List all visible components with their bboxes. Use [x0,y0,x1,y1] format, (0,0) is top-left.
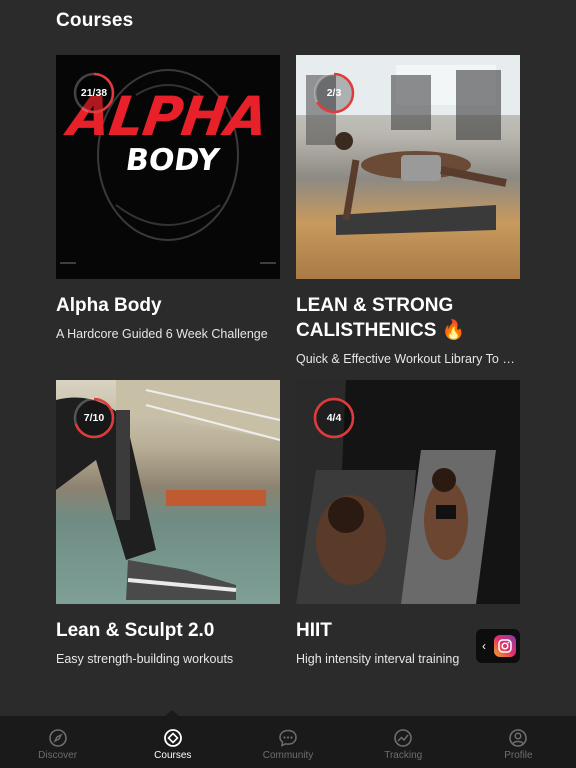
progress-label: 4/4 [326,412,342,424]
course-title[interactable]: LEAN & STRONG CALISTHENICS 🔥 [296,293,520,343]
chevron-left-icon[interactable]: ‹ [482,639,486,653]
course-card-lean-strong[interactable]: 2/3 LEAN & STRONG CALISTHENICS 🔥 Quick &… [296,55,520,367]
tab-label: Tracking [384,750,423,761]
tab-community[interactable]: Community [230,716,345,768]
course-card-hiit[interactable]: 4/4 HIIT High intensity interval trainin… [296,380,520,667]
compass-icon [48,729,67,747]
progress-label: 21/38 [80,87,108,99]
progress-label: 7/10 [83,412,105,424]
profile-icon [509,729,528,747]
course-subtitle: Easy strength-building workouts [56,652,234,666]
progress-ring: 21/38 [72,71,116,115]
course-thumbnail[interactable]: ALPHA BODY 21/38 [56,55,280,279]
tab-label: Discover [38,750,78,761]
tracking-icon [394,729,413,747]
course-title[interactable]: Alpha Body [56,293,280,318]
page-title: Courses [56,10,134,31]
share-instagram-button[interactable]: ‹ [476,629,520,663]
course-card-lean-sculpt[interactable]: 7/10 Lean & Sculpt 2.0 Easy strength-bui… [56,380,280,667]
courses-icon [163,729,182,747]
tab-discover[interactable]: Discover [0,716,115,768]
course-subtitle: Quick & Effective Workout Library To Bui… [296,352,520,366]
body-artwork-text: BODY [123,143,222,178]
tab-label: Courses [154,750,192,761]
course-thumbnail[interactable]: 4/4 [296,380,520,604]
tab-tracking[interactable]: Tracking [346,716,461,768]
tab-profile[interactable]: Profile [461,716,576,768]
course-subtitle: High intensity interval training [296,652,460,666]
tab-label: Profile [504,750,533,761]
bottom-tab-bar: Discover Courses Community Tracking Prof… [0,716,576,768]
progress-ring: 2/3 [312,71,356,115]
course-title[interactable]: Lean & Sculpt 2.0 [56,618,280,643]
course-card-alpha-body[interactable]: ALPHA BODY 21/38 Alpha Body A Hardcore G… [56,55,280,342]
progress-ring: 4/4 [312,396,356,440]
course-thumbnail[interactable]: 2/3 [296,55,520,279]
chat-icon [279,729,297,747]
progress-label: 2/3 [326,87,342,99]
course-subtitle: A Hardcore Guided 6 Week Challenge [56,327,268,341]
instagram-icon[interactable] [494,635,516,657]
progress-ring: 7/10 [72,396,116,440]
tab-label: Community [262,750,314,761]
tab-courses[interactable]: Courses [115,716,230,768]
course-thumbnail[interactable]: 7/10 [56,380,280,604]
